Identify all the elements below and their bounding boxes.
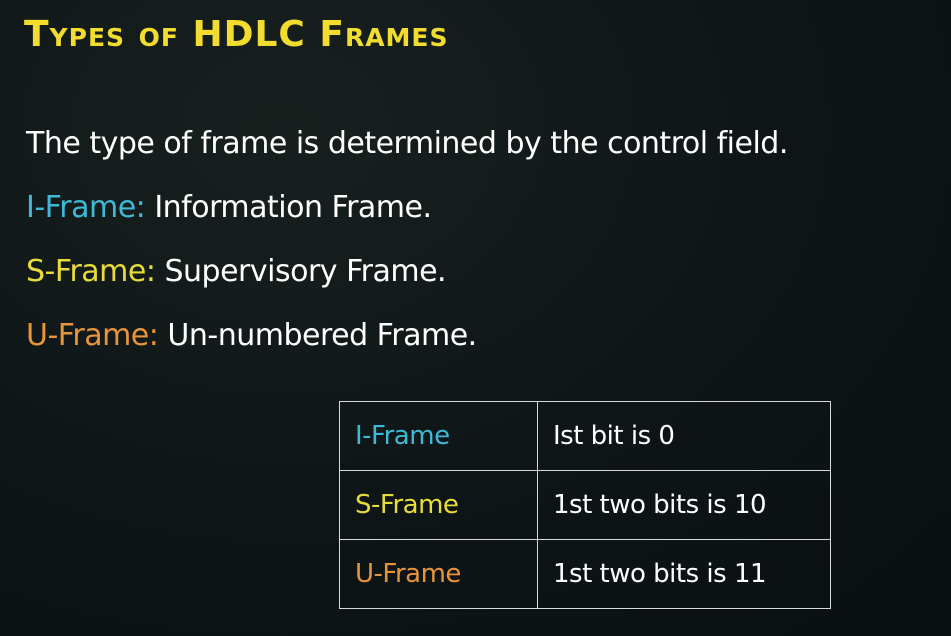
intro-line: The type of frame is determined by the c… — [26, 126, 788, 161]
u-frame-label: U-Frame: — [26, 318, 159, 353]
table-row: U-Frame 1st two bits is 11 — [339, 539, 831, 609]
bullet-lines: The type of frame is determined by the c… — [26, 112, 936, 368]
table-cell-rule: Ist bit is 0 — [537, 401, 831, 471]
table-cell-type: U-Frame — [339, 539, 538, 609]
table-cell-type: I-Frame — [339, 401, 538, 471]
u-frame-description: Un-numbered Frame. — [167, 318, 477, 353]
table-row: S-Frame 1st two bits is 10 — [339, 470, 831, 540]
frame-type-table: I-Frame Ist bit is 0 S-Frame 1st two bit… — [339, 401, 831, 609]
u-frame-line: U-Frame: Un-numbered Frame. — [26, 304, 936, 368]
s-frame-description: Supervisory Frame. — [164, 254, 447, 289]
i-frame-line: I-Frame: Information Frame. — [26, 176, 936, 240]
slide: Types of HDLC Frames The type of frame i… — [0, 0, 951, 636]
table-row: I-Frame Ist bit is 0 — [339, 401, 831, 471]
i-frame-label: I-Frame: — [26, 190, 146, 225]
i-frame-description: Information Frame. — [154, 190, 432, 225]
table-cell-rule: 1st two bits is 10 — [537, 470, 831, 540]
s-frame-label: S-Frame: — [26, 254, 156, 289]
s-frame-line: S-Frame: Supervisory Frame. — [26, 240, 936, 304]
table-cell-rule: 1st two bits is 11 — [537, 539, 831, 609]
table-cell-type: S-Frame — [339, 470, 538, 540]
slide-title: Types of HDLC Frames — [24, 14, 449, 55]
